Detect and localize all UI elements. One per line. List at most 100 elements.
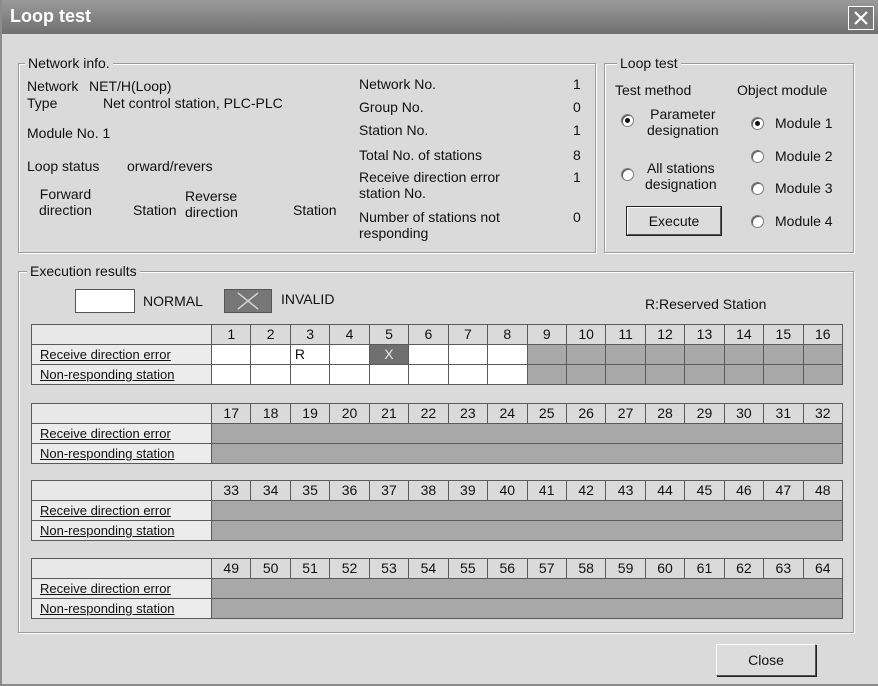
station-number-cell: 20 bbox=[329, 403, 370, 424]
station-number-cell: 44 bbox=[644, 480, 686, 501]
title-bar[interactable]: Loop test bbox=[2, 0, 878, 34]
normal-legend-swatch bbox=[75, 289, 135, 313]
loop-test-group: Loop test Test method Object module Para… bbox=[604, 55, 854, 253]
station-number-cell: 50 bbox=[250, 558, 291, 579]
station-number-cell: 9 bbox=[526, 324, 567, 345]
loop-test-legend: Loop test bbox=[617, 55, 681, 71]
station-number-row: 1 2 3 4 5 6 7 8 9 10 11 12 13 14 15 16 bbox=[31, 324, 844, 345]
station-number-cell: 30 bbox=[723, 403, 765, 424]
station-status-cell bbox=[565, 364, 607, 385]
loop-test-dialog: Loop test Network info. Network NET/H(Lo… bbox=[0, 0, 878, 686]
station-number-cell: 63 bbox=[763, 558, 804, 579]
station-number-cell: 35 bbox=[289, 480, 331, 501]
station-status-cell bbox=[210, 344, 252, 365]
station-number-cell: 37 bbox=[368, 480, 410, 501]
disabled-station-cells bbox=[211, 520, 843, 541]
module-2-label[interactable]: Module 2 bbox=[775, 148, 833, 164]
station-status-cell bbox=[763, 344, 804, 365]
receive-direction-error-label: Receive direction error bbox=[31, 344, 212, 365]
module-1-label[interactable]: Module 1 bbox=[775, 115, 833, 131]
station-number-cell: 59 bbox=[605, 558, 646, 579]
station-number-row: 33 34 35 36 37 38 39 40 41 42 43 44 45 46 47 48 bbox=[31, 480, 844, 501]
network-no-value: 1 bbox=[573, 76, 581, 92]
close-button[interactable]: Close bbox=[716, 644, 816, 676]
station-number-cell: 33 bbox=[210, 480, 252, 501]
station-number-cell: 53 bbox=[368, 558, 410, 579]
module-3-radio[interactable] bbox=[751, 182, 764, 195]
station-status-cell bbox=[723, 344, 765, 365]
station-status-cell bbox=[487, 364, 528, 385]
module-1-radio[interactable] bbox=[751, 117, 764, 130]
station-number-cell: 39 bbox=[447, 480, 489, 501]
station-status-cell bbox=[684, 364, 725, 385]
station-number-cell: 5 bbox=[368, 324, 410, 345]
network-value: NET/H(Loop) bbox=[89, 78, 172, 94]
close-window-button[interactable] bbox=[848, 6, 874, 30]
all-stations-designation-radio[interactable] bbox=[621, 168, 634, 181]
non-responding-station-label: Non-responding station bbox=[31, 520, 212, 541]
station-number-row: 17 18 19 20 21 22 23 24 25 26 27 28 29 30 31 32 bbox=[31, 403, 844, 424]
station-number-cell: 57 bbox=[526, 558, 567, 579]
disabled-station-cells bbox=[211, 423, 843, 444]
station-number-cell: 64 bbox=[802, 558, 844, 579]
station-status-cell bbox=[487, 344, 528, 365]
station-status-cell bbox=[802, 344, 844, 365]
station-number-cell: 26 bbox=[565, 403, 607, 424]
station-status-cell bbox=[447, 364, 489, 385]
station-number-cell: 52 bbox=[329, 558, 370, 579]
station-number-cell: 36 bbox=[329, 480, 370, 501]
station-number-cell: 13 bbox=[684, 324, 725, 345]
receive-direction-error-row: Receive direction error R X bbox=[31, 344, 844, 365]
station-number-cell: 3 bbox=[289, 324, 331, 345]
execution-results-legend: Execution results bbox=[27, 263, 140, 279]
parameter-designation-label[interactable]: Parameter designation bbox=[647, 106, 719, 138]
station-number-cell: 42 bbox=[565, 480, 607, 501]
reverse-direction-header: Reverse direction bbox=[185, 188, 238, 220]
station-number-cell: 49 bbox=[210, 558, 252, 579]
station-status-cell bbox=[289, 364, 331, 385]
station-number-row: 49 50 51 52 53 54 55 56 57 58 59 60 61 62 63 64 bbox=[31, 558, 844, 579]
station-no-label: Station No. bbox=[359, 122, 429, 138]
non-responding-station-label: Non-responding station bbox=[31, 443, 212, 464]
header-blank-cell bbox=[31, 403, 212, 424]
disabled-station-cells bbox=[211, 443, 843, 464]
station-number-cell: 15 bbox=[763, 324, 804, 345]
station-number-cell: 34 bbox=[250, 480, 291, 501]
non-responding-station-row: Non-responding station bbox=[31, 598, 843, 619]
group-no-label: Group No. bbox=[359, 99, 424, 115]
parameter-designation-radio[interactable] bbox=[621, 114, 634, 127]
reserved-station-note: R:Reserved Station bbox=[645, 296, 767, 312]
station-number-cell: 1 bbox=[210, 324, 252, 345]
station-status-cell bbox=[605, 364, 646, 385]
execute-button[interactable]: Execute bbox=[626, 206, 722, 236]
station-number-cell: 38 bbox=[408, 480, 449, 501]
station-status-cell bbox=[329, 344, 370, 365]
network-info-group: Network info. Network NET/H(Loop) Type N… bbox=[18, 55, 596, 253]
total-stations-label: Total No. of stations bbox=[359, 147, 482, 163]
station-table-2: 17 18 19 20 21 22 23 24 25 26 27 28 29 30 31 32 Receive … bbox=[31, 403, 844, 464]
station-number-cell: 55 bbox=[447, 558, 489, 579]
receive-error-station-label: Receive direction error station No. bbox=[359, 169, 500, 201]
station-status-cell bbox=[250, 364, 291, 385]
all-stations-designation-label[interactable]: All stations designation bbox=[645, 160, 717, 192]
invalid-legend-swatch bbox=[224, 289, 272, 313]
module-4-label[interactable]: Module 4 bbox=[775, 213, 833, 229]
module-3-label[interactable]: Module 3 bbox=[775, 180, 833, 196]
receive-direction-error-label: Receive direction error bbox=[31, 578, 212, 599]
module-2-radio[interactable] bbox=[751, 150, 764, 163]
receive-error-station-value: 1 bbox=[573, 169, 581, 185]
station-number-cell: 41 bbox=[526, 480, 567, 501]
station-number-cell: 32 bbox=[802, 403, 844, 424]
station-number-cell: 23 bbox=[447, 403, 489, 424]
receive-direction-error-row: Receive direction error bbox=[31, 578, 843, 599]
station-number-cell: 19 bbox=[289, 403, 331, 424]
disabled-station-cells bbox=[211, 578, 843, 599]
window-title: Loop test bbox=[10, 6, 91, 26]
station-number-cell: 61 bbox=[684, 558, 725, 579]
header-blank-cell bbox=[31, 324, 212, 345]
module-4-radio[interactable] bbox=[751, 215, 764, 228]
module-no: Module No. 1 bbox=[27, 125, 111, 141]
station-number-cell: 4 bbox=[329, 324, 370, 345]
type-value: Net control station, PLC-PLC bbox=[103, 95, 283, 111]
non-responding-station-label: Non-responding station bbox=[31, 364, 212, 385]
